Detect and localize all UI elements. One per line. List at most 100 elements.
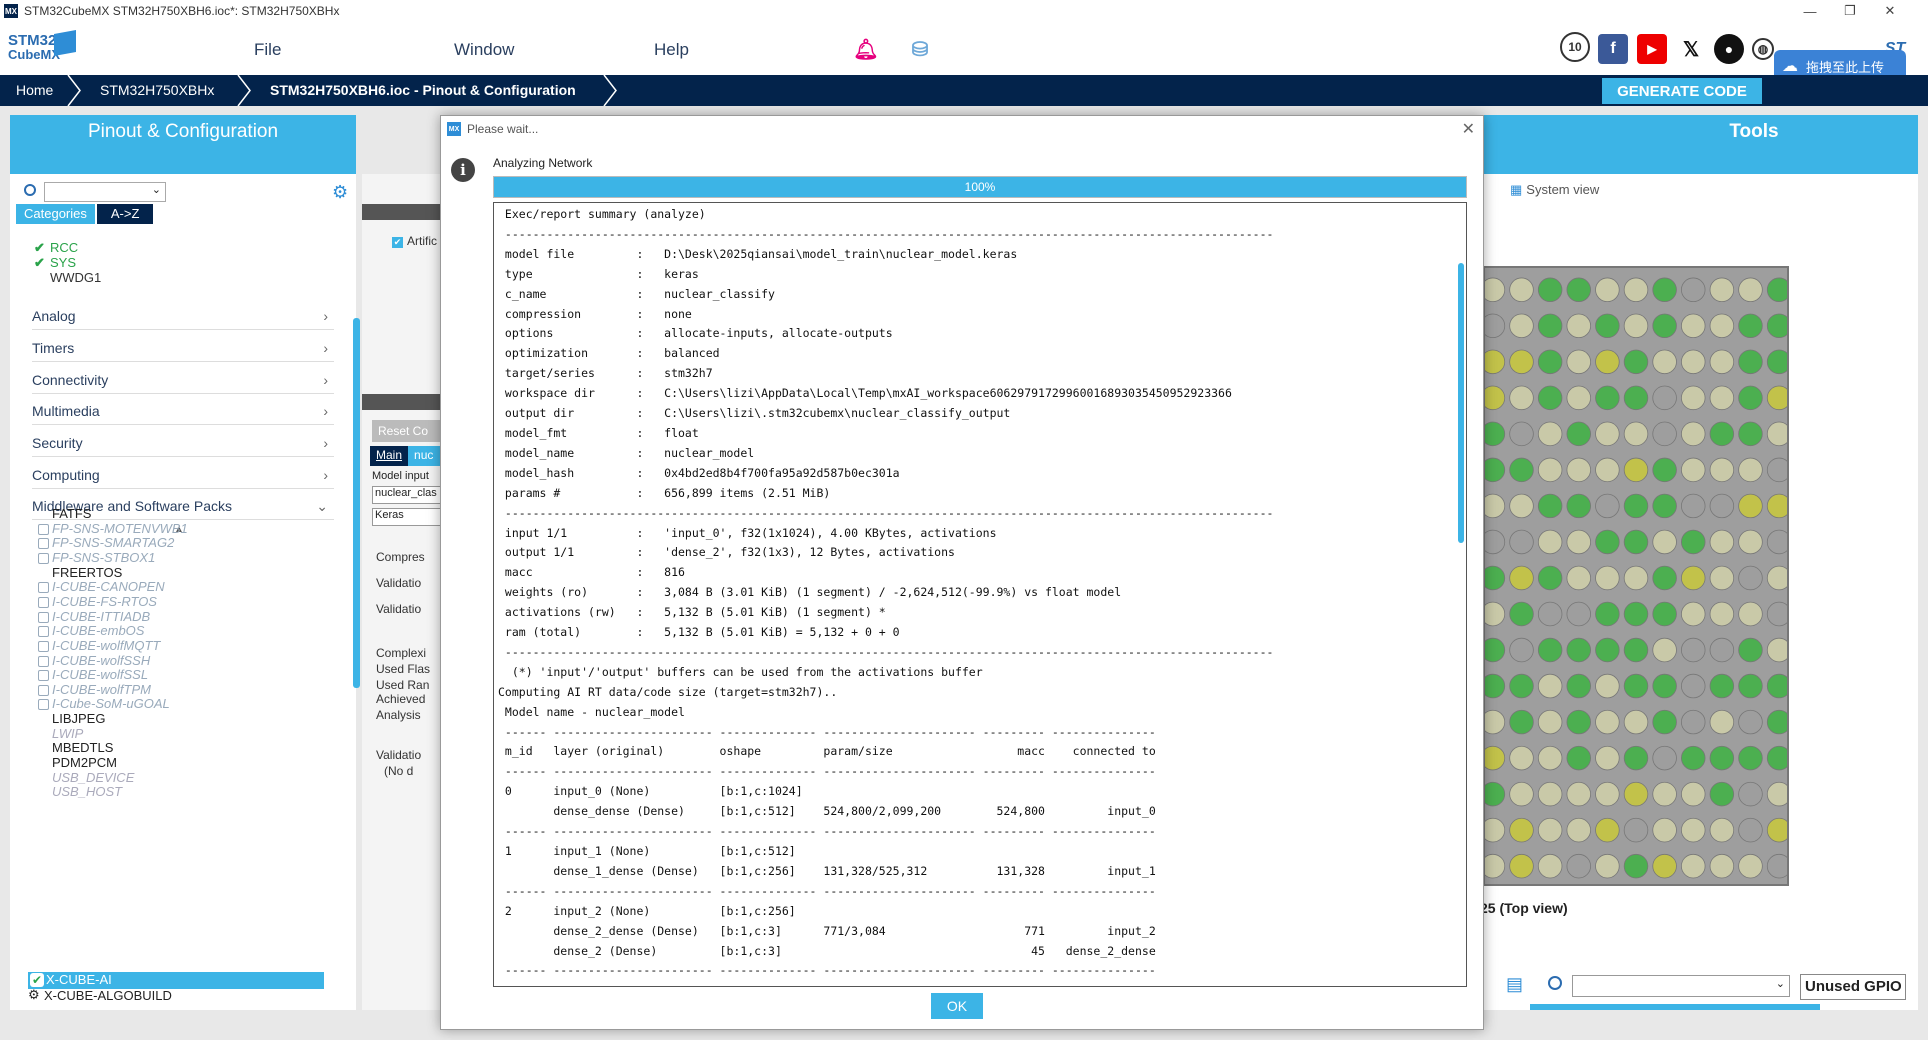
pin[interactable] bbox=[1485, 673, 1506, 699]
menu-window[interactable]: Window bbox=[454, 40, 514, 60]
pin[interactable] bbox=[1709, 529, 1735, 555]
pin[interactable] bbox=[1652, 385, 1677, 411]
pin[interactable] bbox=[1485, 853, 1506, 879]
generate-code-button[interactable]: GENERATE CODE bbox=[1602, 78, 1762, 104]
pin[interactable] bbox=[1681, 781, 1706, 807]
analysis-log[interactable]: Exec/report summary (analyze) ----------… bbox=[493, 202, 1467, 987]
middleware-item[interactable]: MBEDTLS bbox=[52, 740, 113, 755]
pin[interactable] bbox=[1652, 637, 1677, 663]
pin[interactable] bbox=[1566, 817, 1591, 843]
pin[interactable] bbox=[1623, 745, 1649, 771]
pin[interactable] bbox=[1509, 529, 1534, 555]
pin[interactable] bbox=[1566, 637, 1591, 663]
middleware-item[interactable]: USB_DEVICE bbox=[52, 770, 134, 785]
database-icon[interactable]: ⛁ bbox=[905, 34, 935, 64]
close-button[interactable]: ✕ bbox=[1870, 0, 1910, 22]
pin[interactable] bbox=[1566, 421, 1591, 447]
pin[interactable] bbox=[1537, 529, 1563, 555]
pin[interactable] bbox=[1485, 385, 1506, 411]
pin[interactable] bbox=[1766, 529, 1787, 555]
pin[interactable] bbox=[1537, 493, 1563, 519]
pin[interactable] bbox=[1681, 421, 1706, 447]
pin[interactable] bbox=[1738, 385, 1763, 411]
pin[interactable] bbox=[1709, 853, 1735, 879]
middleware-item[interactable]: PDM2PCM bbox=[52, 755, 117, 770]
pin[interactable] bbox=[1566, 601, 1591, 627]
pin[interactable] bbox=[1509, 385, 1534, 411]
pin[interactable] bbox=[1652, 781, 1677, 807]
pin[interactable] bbox=[1595, 277, 1620, 303]
pin[interactable] bbox=[1681, 601, 1706, 627]
system-item-rcc[interactable]: RCC bbox=[50, 240, 78, 255]
pin[interactable] bbox=[1766, 277, 1787, 303]
unused-gpio-button[interactable]: Unused GPIO bbox=[1800, 974, 1906, 1000]
pin[interactable] bbox=[1709, 493, 1735, 519]
pin[interactable] bbox=[1566, 277, 1591, 303]
pin[interactable] bbox=[1738, 313, 1763, 339]
pin[interactable] bbox=[1566, 673, 1591, 699]
tab-categories[interactable]: Categories bbox=[16, 204, 95, 224]
middleware-item[interactable]: I-CUBE-embOS bbox=[52, 623, 144, 638]
pin[interactable] bbox=[1537, 745, 1563, 771]
pin[interactable] bbox=[1652, 817, 1677, 843]
pin[interactable] bbox=[1485, 349, 1506, 375]
pin[interactable] bbox=[1485, 817, 1506, 843]
pin[interactable] bbox=[1681, 853, 1706, 879]
pin[interactable] bbox=[1709, 421, 1735, 447]
pin[interactable] bbox=[1485, 709, 1506, 735]
pin[interactable] bbox=[1623, 349, 1649, 375]
pin[interactable] bbox=[1738, 349, 1763, 375]
menu-file[interactable]: File bbox=[254, 40, 281, 60]
pin[interactable] bbox=[1623, 493, 1649, 519]
pin[interactable] bbox=[1738, 529, 1763, 555]
pin[interactable] bbox=[1623, 817, 1649, 843]
pin[interactable] bbox=[1681, 385, 1706, 411]
pin[interactable] bbox=[1595, 313, 1620, 339]
pin[interactable] bbox=[1623, 529, 1649, 555]
pin[interactable] bbox=[1595, 529, 1620, 555]
pin[interactable] bbox=[1537, 385, 1563, 411]
pin[interactable] bbox=[1537, 709, 1563, 735]
middleware-item[interactable]: I-CUBE-wolfSSL bbox=[52, 667, 148, 682]
pin[interactable] bbox=[1485, 565, 1506, 591]
category-security[interactable]: Security › bbox=[32, 435, 334, 457]
pin[interactable] bbox=[1566, 385, 1591, 411]
pin[interactable] bbox=[1566, 457, 1591, 483]
pin[interactable] bbox=[1595, 781, 1620, 807]
pin[interactable] bbox=[1537, 565, 1563, 591]
pin[interactable] bbox=[1537, 421, 1563, 447]
pin[interactable] bbox=[1681, 745, 1706, 771]
category-analog[interactable]: Analog › bbox=[32, 308, 334, 330]
youtube-icon[interactable]: ▶ bbox=[1637, 34, 1667, 64]
pin[interactable] bbox=[1652, 601, 1677, 627]
middleware-item[interactable]: I-CUBE-wolfMQTT bbox=[52, 638, 160, 653]
pin[interactable] bbox=[1652, 421, 1677, 447]
pin[interactable] bbox=[1509, 493, 1534, 519]
gear-icon[interactable]: ⚙ bbox=[332, 182, 348, 203]
maximize-button[interactable]: ❐ bbox=[1830, 0, 1870, 22]
pin[interactable] bbox=[1623, 637, 1649, 663]
pin[interactable] bbox=[1509, 457, 1534, 483]
pin[interactable] bbox=[1709, 673, 1735, 699]
pin[interactable] bbox=[1509, 817, 1534, 843]
pin[interactable] bbox=[1623, 781, 1649, 807]
pin[interactable] bbox=[1738, 457, 1763, 483]
pin[interactable] bbox=[1509, 781, 1534, 807]
pin[interactable] bbox=[1623, 313, 1649, 339]
pin[interactable] bbox=[1566, 529, 1591, 555]
pin[interactable] bbox=[1738, 673, 1763, 699]
pin[interactable] bbox=[1566, 349, 1591, 375]
pin[interactable] bbox=[1623, 673, 1649, 699]
pin[interactable] bbox=[1652, 565, 1677, 591]
tab-a-z[interactable]: A->Z bbox=[96, 204, 154, 224]
system-view-button[interactable]: ▦ System view bbox=[1510, 182, 1599, 198]
middleware-item[interactable]: USB_HOST bbox=[52, 784, 122, 799]
bell-icon[interactable]: 🔔︎ bbox=[851, 34, 881, 64]
pin[interactable] bbox=[1652, 457, 1677, 483]
pin[interactable] bbox=[1509, 349, 1534, 375]
pin[interactable] bbox=[1652, 709, 1677, 735]
middleware-item[interactable]: I-Cube-SoM-uGOAL bbox=[52, 696, 170, 711]
menu-help[interactable]: Help bbox=[654, 40, 689, 60]
pin[interactable] bbox=[1738, 745, 1763, 771]
pin[interactable] bbox=[1485, 529, 1506, 555]
